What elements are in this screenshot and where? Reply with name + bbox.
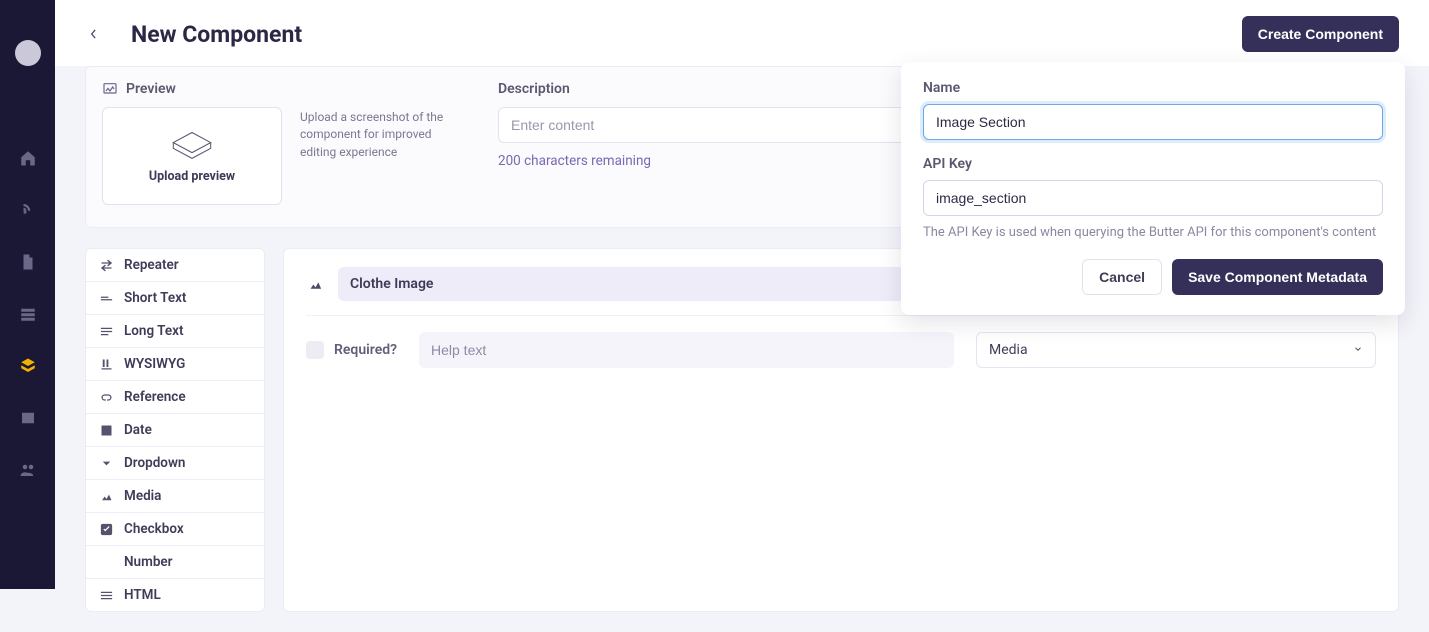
short-text-icon — [98, 290, 114, 306]
apikey-label: API Key — [923, 156, 1383, 172]
html-icon — [98, 587, 114, 603]
upload-preview-label: Upload preview — [149, 169, 235, 184]
collections-icon[interactable] — [18, 304, 38, 324]
help-text-input[interactable] — [419, 332, 954, 368]
preview-help-text: Upload a screenshot of the component for… — [300, 107, 460, 205]
number-icon — [98, 554, 114, 570]
required-checkbox[interactable] — [306, 341, 324, 359]
pages-icon[interactable] — [18, 252, 38, 272]
long-text-icon — [98, 323, 114, 339]
dropdown-icon — [98, 455, 114, 471]
fieldtype-media[interactable]: Media — [86, 480, 264, 513]
users-icon[interactable] — [18, 460, 38, 480]
title-bar: New Component Create Component — [55, 0, 1429, 66]
fieldtype-label: Checkbox — [124, 521, 184, 537]
apikey-input[interactable] — [923, 180, 1383, 216]
fieldtype-date[interactable]: Date — [86, 414, 264, 447]
wysiwyg-icon — [98, 356, 114, 372]
field-options-row: Required? Media — [306, 316, 1376, 368]
fieldtype-wysiwyg[interactable]: WYSIWYG — [86, 348, 264, 381]
required-toggle[interactable]: Required? — [306, 341, 397, 359]
preview-section-label: Preview — [102, 81, 462, 97]
fieldtype-label: Dropdown — [124, 455, 185, 471]
date-icon — [98, 422, 114, 438]
fieldtype-repeater[interactable]: Repeater — [86, 249, 264, 282]
fieldtype-checkbox[interactable]: Checkbox — [86, 513, 264, 546]
page-title: New Component — [131, 21, 302, 48]
fieldtype-html[interactable]: HTML — [86, 579, 264, 611]
fieldtype-label: Repeater — [124, 257, 179, 273]
fieldtype-long-text[interactable]: Long Text — [86, 315, 264, 348]
reference-icon — [98, 389, 114, 405]
chevron-down-icon — [1353, 342, 1363, 358]
name-label: Name — [923, 80, 1383, 96]
fieldtype-number[interactable]: Number — [86, 546, 264, 579]
name-input[interactable] — [923, 104, 1383, 140]
checkbox-icon — [98, 521, 114, 537]
fieldtype-reference[interactable]: Reference — [86, 381, 264, 414]
nav-rail — [0, 0, 55, 589]
media-library-icon[interactable] — [18, 408, 38, 428]
media-icon — [306, 275, 324, 293]
fieldtype-label: Short Text — [124, 290, 186, 306]
blog-icon[interactable] — [18, 200, 38, 220]
home-icon[interactable] — [18, 148, 38, 168]
fieldtype-label: Media — [124, 488, 161, 504]
metadata-modal: Name API Key The API Key is used when qu… — [901, 62, 1405, 315]
cancel-button[interactable]: Cancel — [1082, 259, 1162, 295]
fieldtype-dropdown[interactable]: Dropdown — [86, 447, 264, 480]
save-metadata-button[interactable]: Save Component Metadata — [1172, 259, 1383, 295]
field-type-select[interactable]: Media — [976, 332, 1376, 368]
media-icon — [98, 488, 114, 504]
fieldtypes-panel: Repeater Short Text Long Text WYSIWYG Refere… — [85, 248, 265, 612]
create-component-button[interactable]: Create Component — [1242, 16, 1399, 52]
apikey-help-text: The API Key is used when querying the Bu… — [923, 224, 1383, 243]
avatar[interactable] — [15, 40, 41, 66]
components-icon[interactable] — [18, 356, 38, 376]
fieldtype-label: WYSIWYG — [124, 356, 185, 372]
fieldtype-label: HTML — [124, 587, 161, 603]
repeater-icon — [98, 257, 114, 273]
fieldtype-label: Date — [124, 422, 152, 438]
fieldtype-label: Number — [124, 554, 173, 570]
upload-preview-button[interactable]: Upload preview — [102, 107, 282, 205]
fieldtype-label: Long Text — [124, 323, 184, 339]
fieldtype-short-text[interactable]: Short Text — [86, 282, 264, 315]
back-button[interactable] — [85, 25, 103, 43]
fieldtype-label: Reference — [124, 389, 186, 405]
